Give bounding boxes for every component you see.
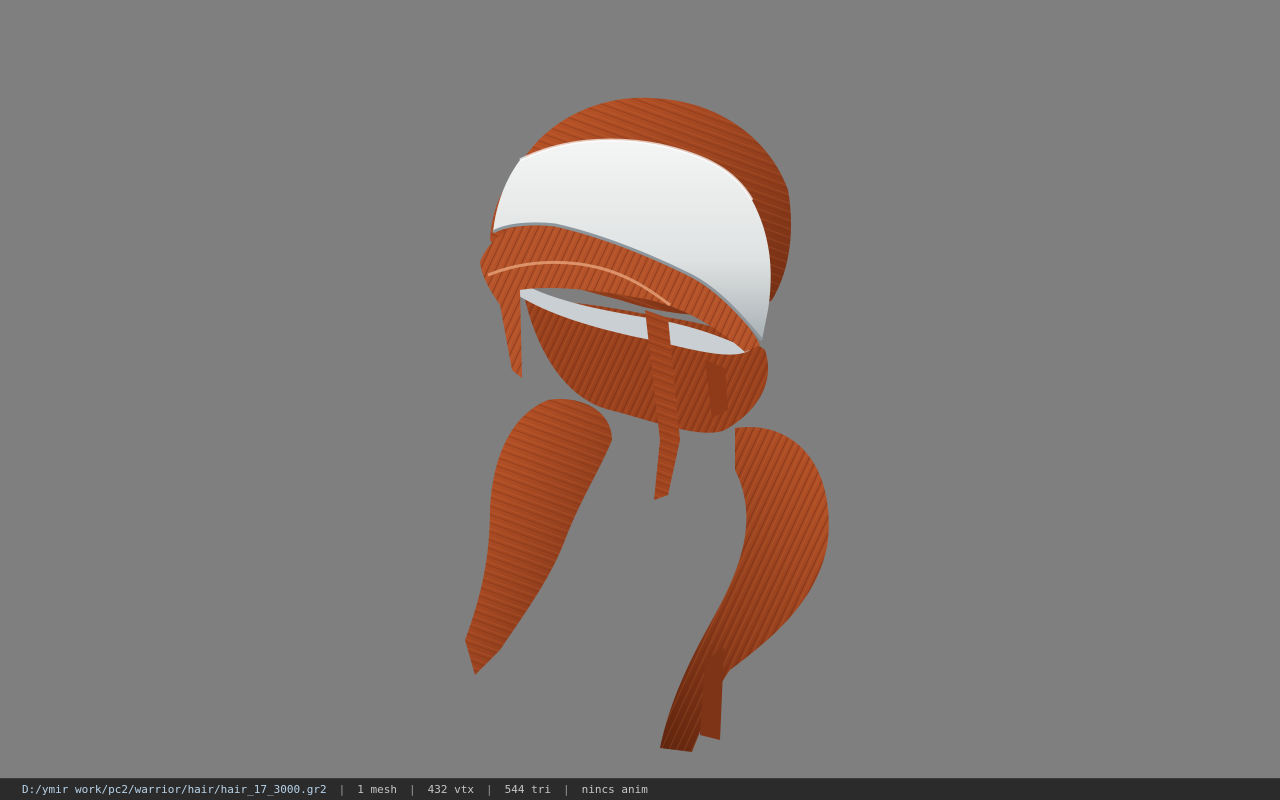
separator: | — [486, 783, 493, 796]
separator: | — [409, 783, 416, 796]
left-ponytail — [465, 399, 612, 675]
separator: | — [562, 783, 570, 796]
mesh-count: 1 mesh — [357, 783, 398, 796]
vertex-count: 432 vtx — [427, 783, 474, 796]
animation-status: nincs anim — [581, 783, 648, 796]
separator: | — [338, 783, 346, 796]
triangle-count: 544 tri — [504, 783, 551, 796]
hair-model-render[interactable] — [0, 0, 1280, 778]
file-path: D:/ymir work/pc2/warrior/hair/hair_17_30… — [22, 783, 327, 796]
status-bar: D:/ymir work/pc2/warrior/hair/hair_17_30… — [0, 778, 1280, 800]
right-ponytail — [660, 426, 829, 752]
3d-viewport[interactable] — [0, 0, 1280, 778]
